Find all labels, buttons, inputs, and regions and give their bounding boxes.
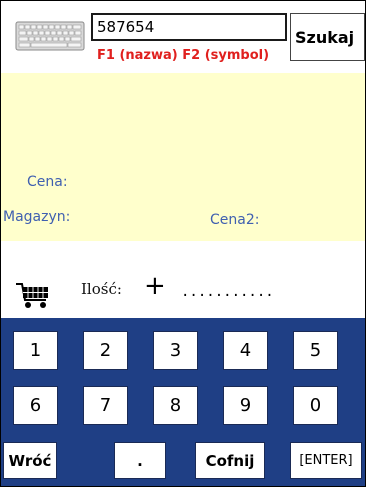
price2-label: Cena2: xyxy=(210,212,260,228)
warehouse-label: Magazyn: xyxy=(3,209,71,225)
key-9[interactable]: 9 xyxy=(223,386,268,425)
key-1[interactable]: 1 xyxy=(13,331,58,370)
back-button[interactable]: Wróć xyxy=(3,442,57,479)
product-info-panel: Cena: Magazyn: Cena2: xyxy=(1,73,365,241)
key-6[interactable]: 6 xyxy=(13,386,58,425)
key-4[interactable]: 4 xyxy=(223,331,268,370)
key-3[interactable]: 3 xyxy=(153,331,198,370)
enter-button[interactable]: [ENTER] xyxy=(290,442,362,479)
quantity-sign[interactable]: + xyxy=(144,271,166,301)
key-2[interactable]: 2 xyxy=(83,331,128,370)
decimal-point-key[interactable]: . xyxy=(114,442,166,479)
key-7[interactable]: 7 xyxy=(83,386,128,425)
search-bar: Szukaj F1 (nazwa) F2 (symbol) xyxy=(1,1,365,73)
cart-icon xyxy=(16,283,48,308)
search-button[interactable]: Szukaj xyxy=(290,13,365,61)
quantity-label: Ilość: xyxy=(81,280,122,298)
app-window: Szukaj F1 (nazwa) F2 (symbol) Cena: Maga… xyxy=(0,0,366,487)
numeric-keypad: 1 2 3 4 5 6 7 8 9 0 Wróć . Cofnij [ENTER… xyxy=(1,318,365,486)
key-5[interactable]: 5 xyxy=(293,331,338,370)
search-input[interactable] xyxy=(91,13,287,41)
key-8[interactable]: 8 xyxy=(153,386,198,425)
quantity-input[interactable] xyxy=(181,285,273,299)
key-0[interactable]: 0 xyxy=(293,386,338,425)
undo-button[interactable]: Cofnij xyxy=(195,442,265,479)
shortcut-hint: F1 (nazwa) F2 (symbol) xyxy=(97,48,270,63)
price-label: Cena: xyxy=(27,174,68,190)
keyboard-icon[interactable] xyxy=(15,21,85,51)
